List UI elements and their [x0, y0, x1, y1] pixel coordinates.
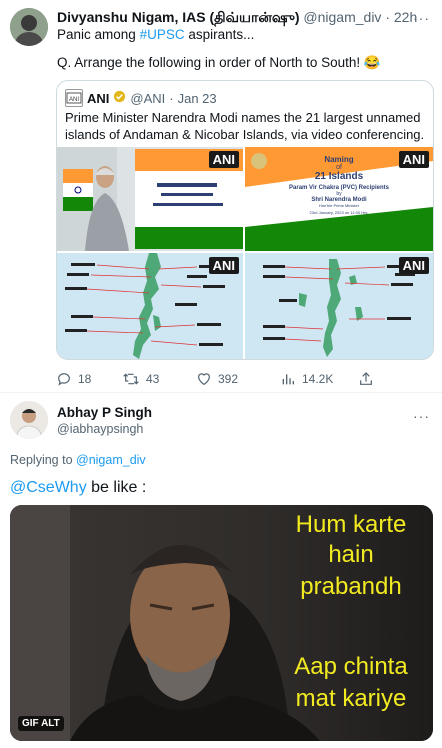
author-name[interactable]: Divyanshu Nigam, IAS (திவ்யான்ஷு) — [57, 9, 300, 25]
ani-watermark: ANI — [398, 151, 429, 168]
ani-watermark: ANI — [208, 257, 239, 274]
replying-handle-link[interactable]: @nigam_div — [76, 453, 146, 467]
tweet-original[interactable]: Divyanshu Nigam, IAS (திவ்யான்ஷு) @nigam… — [0, 0, 442, 392]
reply-icon — [56, 371, 72, 387]
quoted-tweet-card[interactable]: ANI ANI @ANI · Jan 23 Prime Minister Nar… — [56, 80, 434, 360]
gif-caption-line5: mat kariye — [295, 685, 407, 712]
replying-prefix: Replying to — [10, 453, 77, 467]
ani-watermark: ANI — [208, 151, 239, 168]
reply-count: 18 — [78, 372, 92, 386]
svg-text:ANI: ANI — [69, 97, 79, 103]
tweet-header: Divyanshu Nigam, IAS (திவ்யான்ஷு) @nigam… — [57, 9, 418, 25]
quoted-author-name: ANI — [87, 90, 110, 106]
media-video-frame[interactable]: ANI — [57, 147, 243, 251]
views-chart-icon — [280, 371, 296, 387]
retweet-count: 43 — [146, 372, 160, 386]
share-button[interactable] — [358, 371, 374, 387]
author-name[interactable]: Abhay P Singh — [57, 405, 152, 420]
mention-link[interactable]: @CseWhy — [10, 479, 87, 496]
quoted-author-handle: @ANI — [130, 90, 166, 106]
like-button[interactable]: 392 — [196, 371, 238, 387]
reply-button[interactable]: 18 — [56, 371, 91, 387]
slide-date: 23rd January, 2023 on 11:00 Hrs. — [309, 210, 369, 215]
tweet-text: aspirants... — [184, 27, 255, 42]
more-options-icon[interactable]: ··· — [413, 408, 430, 424]
more-options-icon[interactable]: ··· — [413, 10, 430, 26]
tweet-text: @CseWhy be like : — [10, 479, 146, 497]
quoted-tweet-header: ANI ANI @ANI · Jan 23 — [65, 89, 217, 107]
like-count: 392 — [218, 372, 239, 386]
gif-caption-line3: prabandh — [300, 573, 402, 600]
tweet-text-rest: be like : — [86, 479, 147, 496]
tweet-text: Panic among — [57, 27, 140, 42]
gif-caption-line1: Hum karte — [295, 511, 407, 538]
quoted-author-avatar: ANI — [65, 89, 83, 107]
ani-watermark: ANI — [398, 257, 429, 274]
hashtag-link[interactable]: #UPSC — [140, 27, 185, 42]
verified-badge-icon — [113, 90, 126, 106]
media-map-left[interactable]: ANI — [57, 253, 243, 359]
gif-caption-line4: Aap chinta — [294, 653, 408, 680]
author-avatar[interactable] — [10, 401, 48, 439]
author-avatar[interactable] — [10, 8, 48, 46]
heart-icon — [196, 371, 212, 387]
views-count: 14.2K — [302, 372, 334, 386]
replying-to: Replying to @nigam_div — [10, 453, 146, 467]
tweet-text-line2: Q. Arrange the following in order of Nor… — [57, 55, 381, 70]
author-handle[interactable]: @iabhaypsingh — [57, 422, 143, 436]
media-slide-frame[interactable]: Naming of 21 Islands Param Vir Chakra (P… — [245, 147, 433, 251]
gif-alt-badge[interactable]: GIF ALT — [18, 716, 64, 731]
tweet-reply[interactable]: Abhay P Singh @iabhaypsingh ··· Replying… — [0, 393, 442, 748]
slide-title-count: 21 Islands — [314, 171, 364, 182]
media-map-right[interactable]: ANI — [245, 253, 433, 359]
retweet-button[interactable]: 43 — [122, 371, 159, 387]
tweet-text-line1: Panic among #UPSC aspirants... — [57, 27, 254, 42]
quoted-media-grid[interactable]: ANI Naming of 21 Islands Param Vir Chakr… — [57, 147, 433, 359]
views-button[interactable]: 14.2K — [280, 371, 333, 387]
retweet-icon — [122, 371, 140, 387]
gif-media[interactable]: Hum karte hain prabandh Aap chinta mat k… — [10, 505, 433, 741]
slide-role: Hon'ble Prime Minister — [318, 203, 360, 208]
quoted-tweet-text: Prime Minister Narendra Modi names the 2… — [65, 110, 425, 142]
share-icon — [358, 371, 374, 387]
quoted-tweet-date: Jan 23 — [177, 90, 217, 106]
gif-caption-line2: hain — [328, 541, 374, 568]
author-handle[interactable]: @nigam_div — [303, 9, 381, 25]
